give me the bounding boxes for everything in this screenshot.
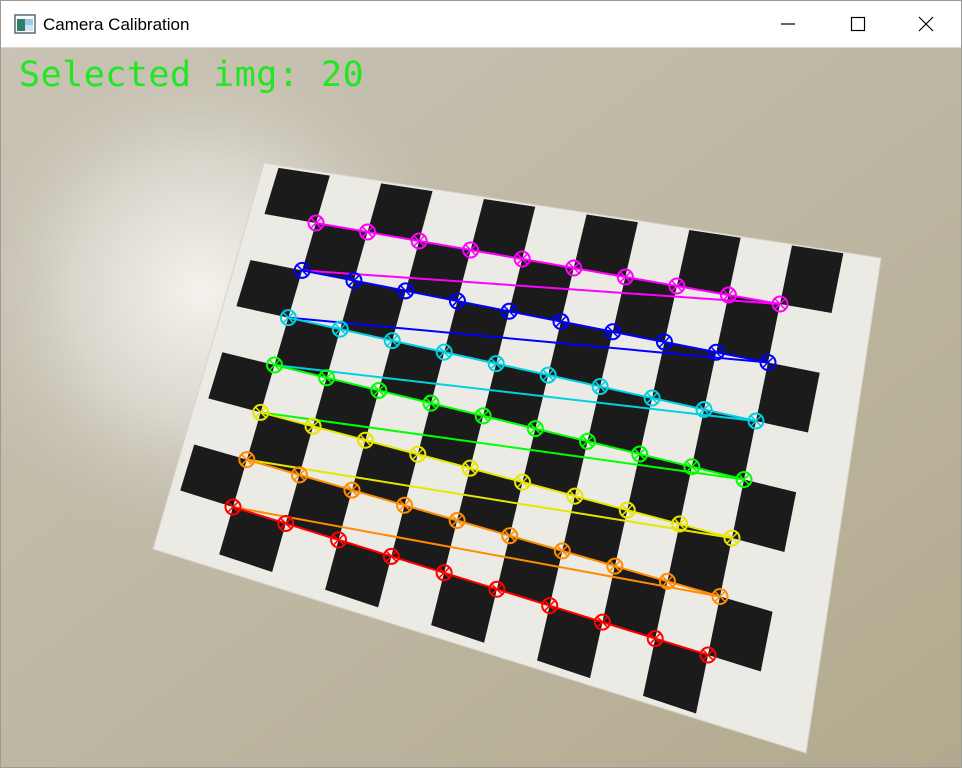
close-button[interactable] — [891, 1, 961, 47]
maximize-button[interactable] — [823, 1, 893, 47]
camera-image-view[interactable] — [1, 48, 961, 767]
app-window-icon — [14, 14, 36, 34]
title-bar[interactable]: Camera Calibration — [1, 1, 961, 48]
close-icon — [918, 16, 934, 32]
calibration-image — [1, 48, 961, 767]
camera-calibration-window: Camera Calibration Selected img: 20 — [0, 0, 962, 768]
window-title: Camera Calibration — [43, 15, 190, 34]
minimize-button[interactable] — [753, 1, 823, 47]
maximize-icon — [850, 16, 866, 32]
minimize-icon — [781, 23, 795, 25]
selected-image-label: Selected img: 20 — [19, 55, 365, 95]
